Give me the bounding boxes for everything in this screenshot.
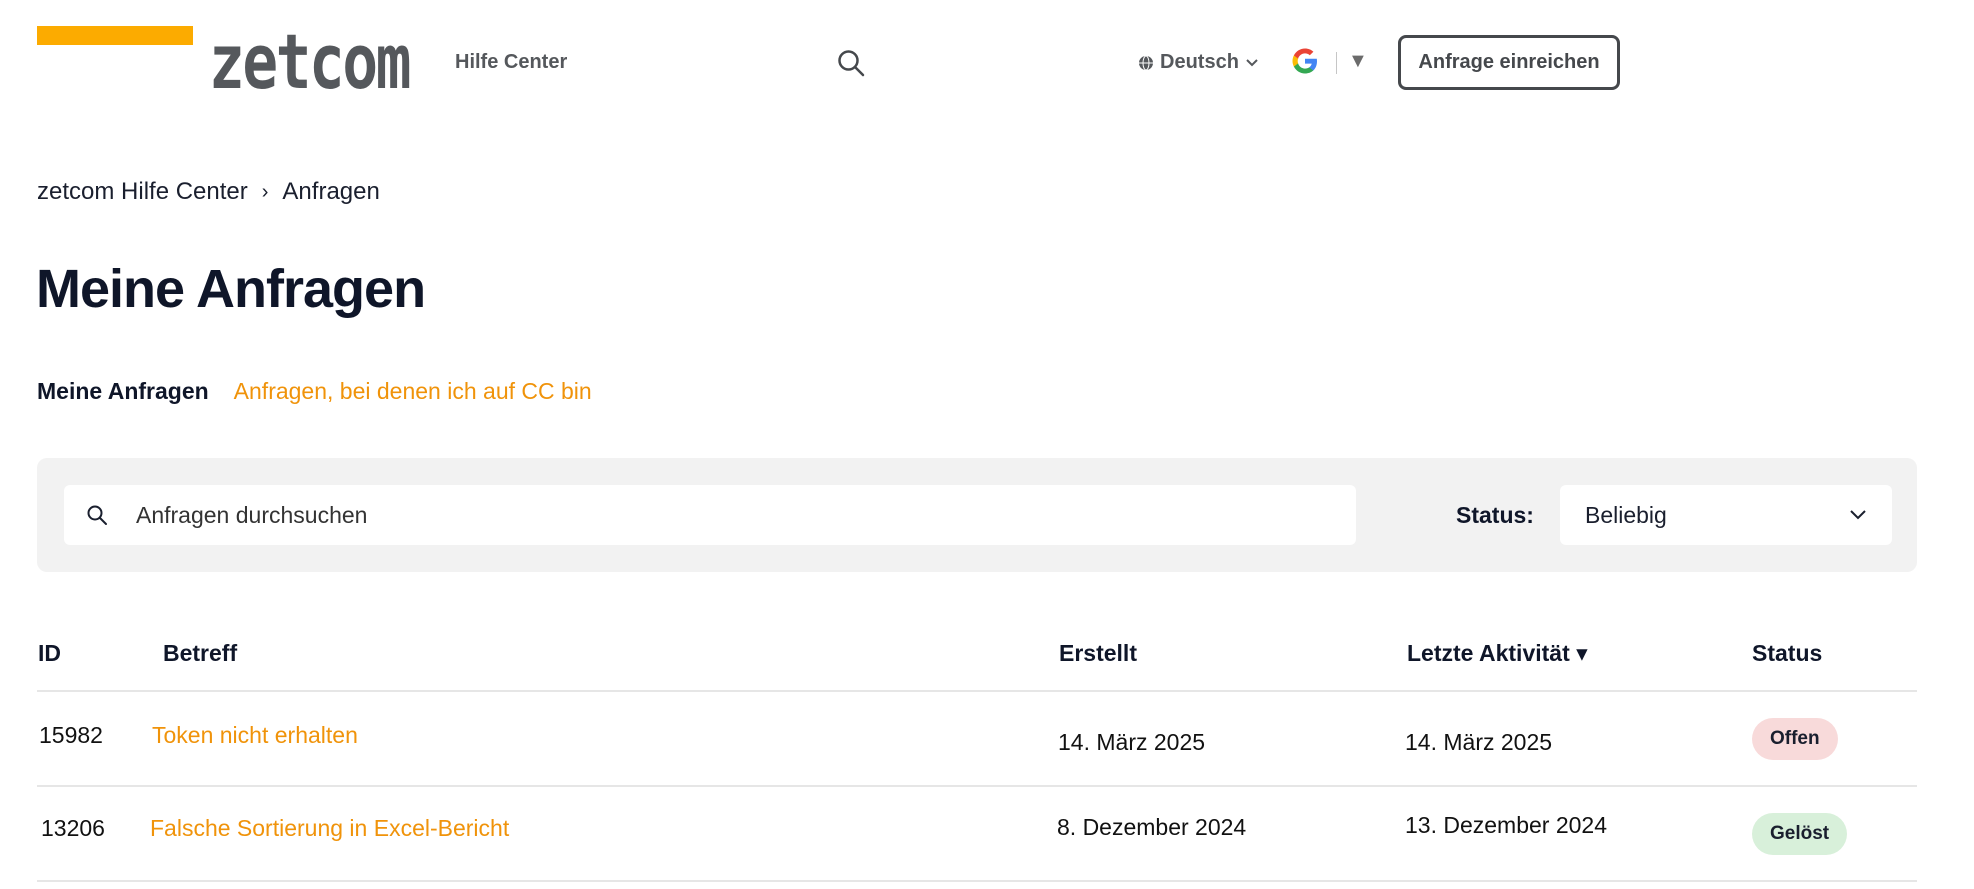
status-select-value: Beliebig <box>1585 502 1667 528</box>
tab-cc-requests[interactable]: Anfragen, bei denen ich auf CC bin <box>234 378 592 405</box>
zetcom-logo[interactable]: zetcom <box>209 22 411 102</box>
language-label: Deutsch <box>1160 51 1239 73</box>
page-title: Meine Anfragen <box>36 259 426 319</box>
column-header-id: ID <box>38 640 61 666</box>
submit-request-button[interactable]: Anfrage einreichen <box>1398 35 1620 90</box>
status-select[interactable]: Beliebig <box>1560 485 1892 545</box>
chevron-down-icon <box>1850 510 1866 520</box>
filter-panel: Status: Beliebig <box>37 458 1917 572</box>
logo-accent-bar <box>37 26 193 45</box>
translate-caret-icon[interactable]: ▼ <box>1348 50 1368 73</box>
tab-my-requests[interactable]: Meine Anfragen <box>37 378 209 405</box>
status-badge: Gelöst <box>1752 813 1848 855</box>
breadcrumb: zetcom Hilfe Center › Anfragen <box>37 178 380 206</box>
row-id: 15982 <box>39 722 103 748</box>
table-divider <box>37 690 1917 692</box>
column-header-last-activity[interactable]: Letzte Aktivität ▾ <box>1407 640 1588 667</box>
search-icon <box>87 505 107 525</box>
table-divider <box>37 785 1917 787</box>
column-header-created: Erstellt <box>1059 640 1137 666</box>
column-header-subject: Betreff <box>163 640 238 666</box>
translate-divider <box>1336 52 1337 74</box>
row-subject-link[interactable]: Falsche Sortierung in Excel-Bericht <box>150 815 509 842</box>
breadcrumb-separator: › <box>261 180 269 203</box>
breadcrumb-requests[interactable]: Anfragen <box>282 178 379 206</box>
globe-icon <box>1139 55 1153 70</box>
row-last-activity: 14. März 2025 <box>1405 729 1553 755</box>
row-subject-link[interactable]: Token nicht erhalten <box>152 722 358 749</box>
row-created: 14. März 2025 <box>1058 729 1206 755</box>
language-selector[interactable]: Deutsch <box>1138 51 1259 74</box>
request-search-input[interactable] <box>136 485 1336 545</box>
row-id: 13206 <box>41 815 105 841</box>
google-icon[interactable] <box>1290 46 1320 76</box>
column-header-status: Status <box>1752 640 1823 666</box>
table-divider <box>37 880 1917 882</box>
status-badge: Offen <box>1752 718 1838 760</box>
request-tabs: Meine Anfragen Anfragen, bei denen ich a… <box>37 378 592 405</box>
status-filter-label: Status: <box>1456 502 1534 528</box>
row-created: 8. Dezember 2024 <box>1057 814 1247 840</box>
row-last-activity: 13. Dezember 2024 <box>1405 812 1608 838</box>
chevron-down-icon <box>1246 58 1258 66</box>
breadcrumb-home[interactable]: zetcom Hilfe Center <box>37 178 248 206</box>
site-header: zetcom Hilfe Center Deutsch ▼ Anfrage ei… <box>0 0 1974 120</box>
request-search-box[interactable] <box>64 485 1356 545</box>
help-center-label[interactable]: Hilfe Center <box>455 51 567 74</box>
search-icon[interactable] <box>836 48 866 78</box>
